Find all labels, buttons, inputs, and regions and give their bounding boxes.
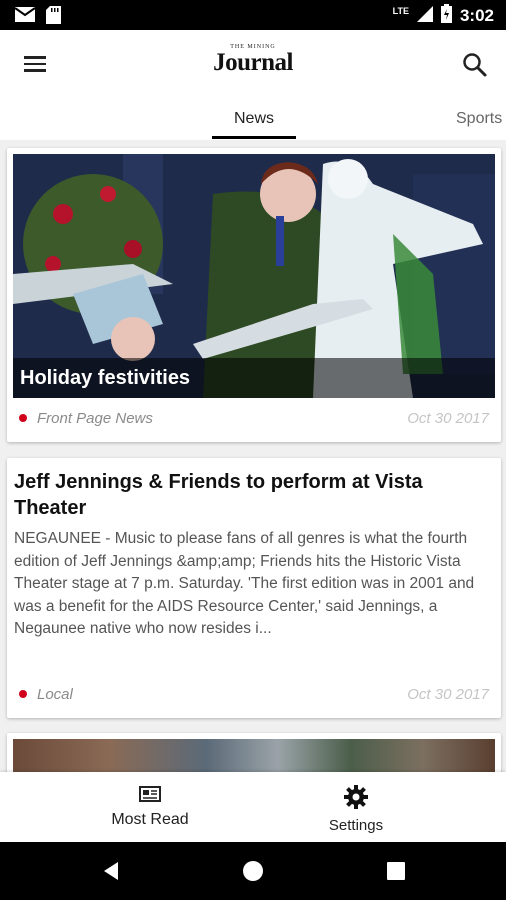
bottom-nav: Most Read Settings [0,772,506,842]
logo-subtitle: THE MINING [230,44,276,50]
tab-sports[interactable]: Sports [456,110,502,128]
newspaper-icon [138,786,162,808]
gmail-icon [14,6,36,29]
article-date: Oct 30 2017 [407,410,489,427]
status-bar: LTE 3:02 [0,0,506,30]
logo-title: Journal [213,49,293,76]
battery-icon [440,4,452,28]
sd-card-icon [46,6,61,29]
app-logo: THE MINING Journal [0,44,506,76]
status-time: 3:02 [459,6,494,25]
settings-button[interactable]: Settings [306,784,406,834]
article-excerpt: NEGAUNEE - Music to please fans of all g… [14,528,492,641]
back-icon[interactable] [101,861,121,886]
article-date: Oct 30 2017 [407,686,489,703]
category-dot [19,414,27,422]
article-headline[interactable]: Holiday festivities [20,367,190,390]
search-icon[interactable] [460,50,490,80]
article-category: Local [37,686,73,703]
recents-icon[interactable] [386,861,406,886]
section-tabs: News Sports [0,100,506,140]
app-screen: LTE 3:02 THE MINING Journal News Sports [0,0,506,900]
home-icon[interactable] [243,861,263,886]
signal-icon [416,5,433,27]
gear-icon [343,785,369,814]
excerpt-text: NEGAUNEE - Music to please fans of all g… [14,530,475,638]
most-read-button[interactable]: Most Read [100,784,200,829]
article-category: Front Page News [37,410,153,427]
system-nav-bar [0,842,506,900]
settings-label: Settings [328,817,384,834]
category-dot [19,690,27,698]
most-read-label: Most Read [111,811,189,828]
article-card[interactable] [7,733,501,772]
network-type: LTE [392,6,409,16]
article-meta: Local Oct 30 2017 [19,686,491,703]
article-image[interactable]: Holiday festivities [13,154,495,398]
article-image[interactable] [13,739,495,772]
article-card[interactable]: Jeff Jennings & Friends to perform at Vi… [7,458,501,718]
article-card[interactable]: Holiday festivities Front Page News Oct … [7,148,501,442]
article-headline[interactable]: Jeff Jennings & Friends to perform at Vi… [14,469,434,521]
news-feed[interactable]: Holiday festivities Front Page News Oct … [0,140,506,772]
app-bar: THE MINING Journal [0,30,506,100]
tab-news[interactable]: News [212,110,296,128]
tab-indicator [212,136,296,139]
article-meta: Front Page News Oct 30 2017 [19,410,491,427]
